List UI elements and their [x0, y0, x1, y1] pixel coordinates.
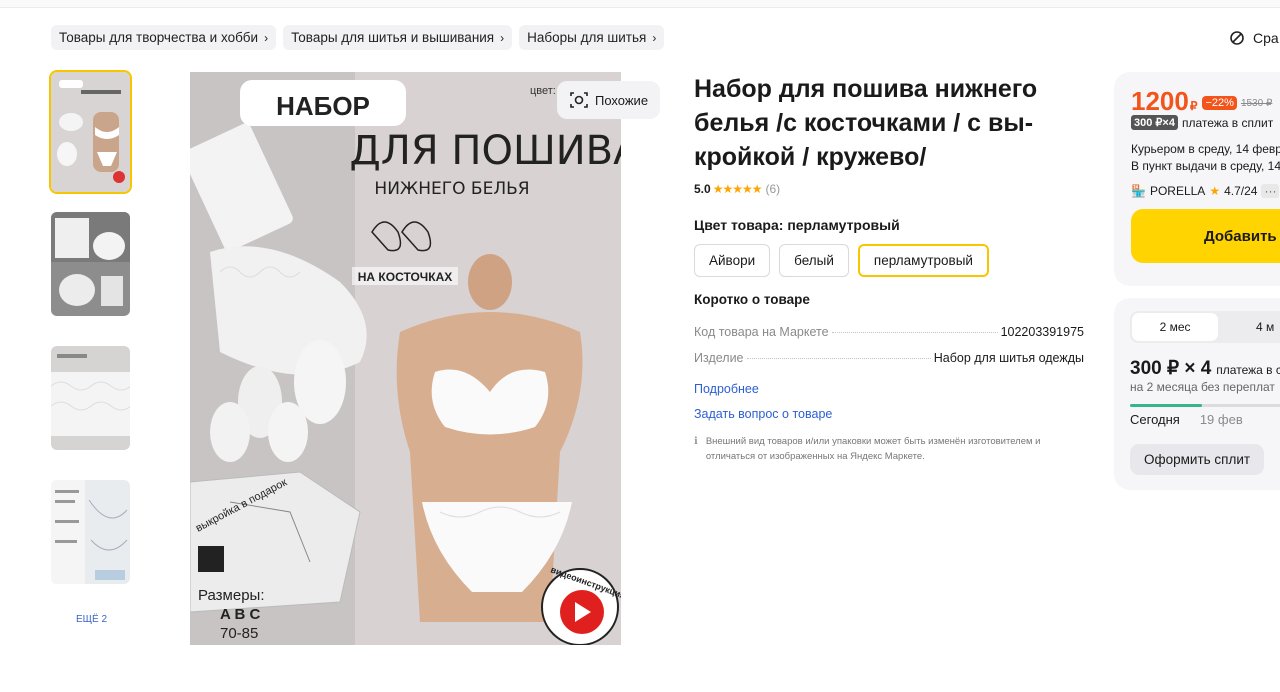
image-sizes-range: 70-85: [220, 625, 258, 642]
reviews-count: (6): [765, 182, 781, 196]
image-subline-text: НИЖНЕГО БЕЛЬЯ: [374, 179, 529, 199]
thumbnail-1[interactable]: [49, 70, 132, 194]
price-row: 1200₽ −22% 1530 ₽: [1131, 86, 1272, 117]
thumbnail-2[interactable]: [51, 212, 130, 316]
main-product-image[interactable]: НАБОР ДЛЯ ПОШИВА НИЖНЕГО БЕЛЬЯ цвет: НА …: [190, 72, 621, 645]
shop-icon: 🏪: [1131, 184, 1146, 198]
split-info: 300 ₽×4 платежа в сплит: [1131, 115, 1273, 130]
similar-button[interactable]: Похожие: [557, 81, 661, 119]
thumbnail-3[interactable]: [51, 346, 130, 450]
spec-value: 102203391975: [1000, 325, 1084, 339]
split-text: платежа в сплит: [1181, 115, 1274, 130]
top-divider: [0, 0, 1280, 8]
compare-button[interactable]: Сра: [1229, 30, 1279, 46]
old-price: 1530 ₽: [1240, 98, 1273, 109]
delivery-pickup: В пункт выдачи в среду, 14: [1131, 159, 1280, 173]
color-option-ivory[interactable]: Айвори: [694, 244, 771, 277]
image-headline-text: ДЛЯ ПОШИВА: [350, 128, 621, 174]
image-bones-text: НА КОСТОЧКАХ: [358, 270, 452, 284]
delivery-courier: Курьером в среду, 14 февр: [1131, 142, 1280, 156]
split-subtitle: на 2 месяца без переплат: [1130, 380, 1275, 394]
seller-rating: 4.7/24: [1224, 184, 1258, 198]
split-card: 2 мес 4 м 300 ₽ × 4платежа в сп на 2 мес…: [1114, 298, 1280, 490]
spec-key: Код товара на Маркете: [694, 325, 829, 339]
tab-4-months[interactable]: 4 м: [1220, 311, 1280, 343]
delivery-info: Курьером в среду, 14 февр В пункт выдачи…: [1131, 141, 1280, 175]
image-color-hint: цвет:: [530, 85, 556, 97]
thumbnail-4[interactable]: [51, 480, 130, 584]
image-search-icon: [570, 92, 588, 108]
chevron-right-icon: ›: [500, 30, 505, 45]
spec-row: Изделие Набор для шитья одежды: [694, 351, 1084, 365]
breadcrumb-item-sewing[interactable]: Товары для шитья и вышивания ›: [283, 25, 513, 50]
seller-more-button[interactable]: ···: [1261, 184, 1280, 198]
thumbnail-list: [49, 70, 132, 614]
schedule-next: 19 фев: [1199, 412, 1243, 427]
star-icon: ★: [1209, 184, 1221, 198]
split-progress-fill: [1130, 404, 1202, 407]
disclaimer-note: ℹ Внешний вид товаров и/или упаковки мож…: [694, 434, 1064, 464]
more-details-link[interactable]: Подробнее: [694, 382, 1084, 396]
image-sizes-title: Размеры:: [198, 587, 265, 604]
image-badge-text: НАБОР: [276, 91, 370, 121]
split-tabs: 2 мес 4 м: [1130, 311, 1280, 343]
spec-row: Код товара на Маркете 102203391975: [694, 325, 1084, 339]
more-images-link[interactable]: ЕЩЁ 2: [51, 614, 132, 625]
checkout-split-button[interactable]: Оформить сплит: [1130, 444, 1265, 475]
chevron-right-icon: ›: [652, 30, 657, 45]
split-badge: 300 ₽×4: [1131, 115, 1178, 130]
product-title: Набор для пошива нижнего белья /с косточ…: [694, 75, 1038, 171]
breadcrumb-item-sewing-kits[interactable]: Наборы для шитья ›: [519, 25, 665, 50]
seller-name: PORELLA: [1149, 184, 1206, 198]
current-price: 1200₽: [1131, 86, 1198, 116]
product-rating[interactable]: 5.0 ★★★★★ (6): [694, 182, 1084, 196]
spec-dots: [746, 358, 931, 359]
split-schedule: Сегодня 19 фев: [1130, 412, 1243, 427]
info-icon: ℹ: [694, 436, 698, 447]
spec-dots: [831, 332, 998, 333]
ask-question-link[interactable]: Задать вопрос о товаре: [694, 407, 1084, 421]
schedule-today: Сегодня: [1130, 412, 1180, 427]
compare-icon: [1230, 31, 1244, 45]
color-option-white[interactable]: белый: [779, 244, 849, 277]
color-option-pearl[interactable]: перламутровый: [857, 244, 989, 277]
short-about-heading: Коротко о товаре: [694, 292, 810, 307]
star-rating-icon: ★★★★★: [712, 182, 763, 196]
spec-value: Набор для шитья одежды: [933, 351, 1084, 365]
seller-info[interactable]: 🏪 PORELLA ★ 4.7/24 ···: [1131, 184, 1280, 198]
product-info: Набор для пошива нижнего белья /с косточ…: [694, 72, 1084, 464]
tab-2-months[interactable]: 2 мес: [1132, 313, 1219, 341]
color-label: Цвет товара: перламутровый: [694, 217, 900, 233]
buy-card: 1200₽ −22% 1530 ₽ 300 ₽×4 платежа в спли…: [1114, 72, 1280, 286]
rating-value: 5.0: [694, 182, 711, 196]
discount-badge: −22%: [1202, 96, 1237, 110]
spec-key: Изделие: [694, 351, 744, 365]
split-progress: [1130, 404, 1280, 407]
breadcrumb-item-hobby[interactable]: Товары для творчества и хобби ›: [51, 25, 277, 50]
color-options: Айвори белый перламутровый: [694, 244, 1084, 277]
add-to-cart-button[interactable]: Добавить: [1131, 209, 1280, 263]
breadcrumb: Товары для творчества и хобби › Товары дл…: [51, 25, 665, 50]
split-price: 300 ₽ × 4платежа в сп: [1130, 358, 1280, 379]
image-sizes-text: A B C: [220, 606, 260, 623]
chevron-right-icon: ›: [264, 30, 269, 45]
disclaimer-text: Внешний вид товаров и/или упаковки может…: [705, 436, 1041, 462]
